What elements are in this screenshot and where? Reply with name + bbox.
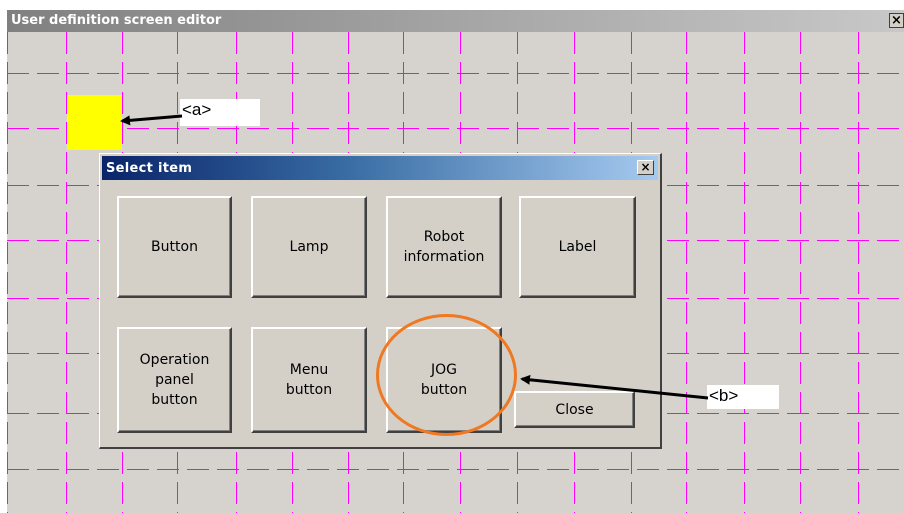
editor-close-icon[interactable]: × <box>889 13 904 28</box>
button-item-button[interactable]: Button <box>117 196 232 298</box>
dialog-title-bar: Select item × <box>102 156 658 180</box>
operation-panel-button-item-button[interactable]: Operation panel button <box>117 327 232 433</box>
callout-a-label: <a> <box>180 99 260 126</box>
lamp-item-button[interactable]: Lamp <box>251 196 367 298</box>
select-item-dialog: Select item × Button Lamp Robot informat… <box>99 153 662 449</box>
jog-button-highlight-circle <box>376 314 517 436</box>
callout-b-label: <b> <box>707 385 779 409</box>
editor-title-bar: User definition screen editor × <box>7 10 904 32</box>
close-button[interactable]: Close <box>514 391 635 428</box>
label-item-button[interactable]: Label <box>519 196 636 298</box>
dialog-title: Select item <box>106 161 193 176</box>
selected-grid-cell[interactable] <box>67 95 122 150</box>
dialog-close-icon[interactable]: × <box>637 160 654 175</box>
robot-information-item-button[interactable]: Robot information <box>386 196 502 298</box>
editor-title: User definition screen editor <box>11 13 222 28</box>
menu-button-item-button[interactable]: Menu button <box>251 327 367 433</box>
